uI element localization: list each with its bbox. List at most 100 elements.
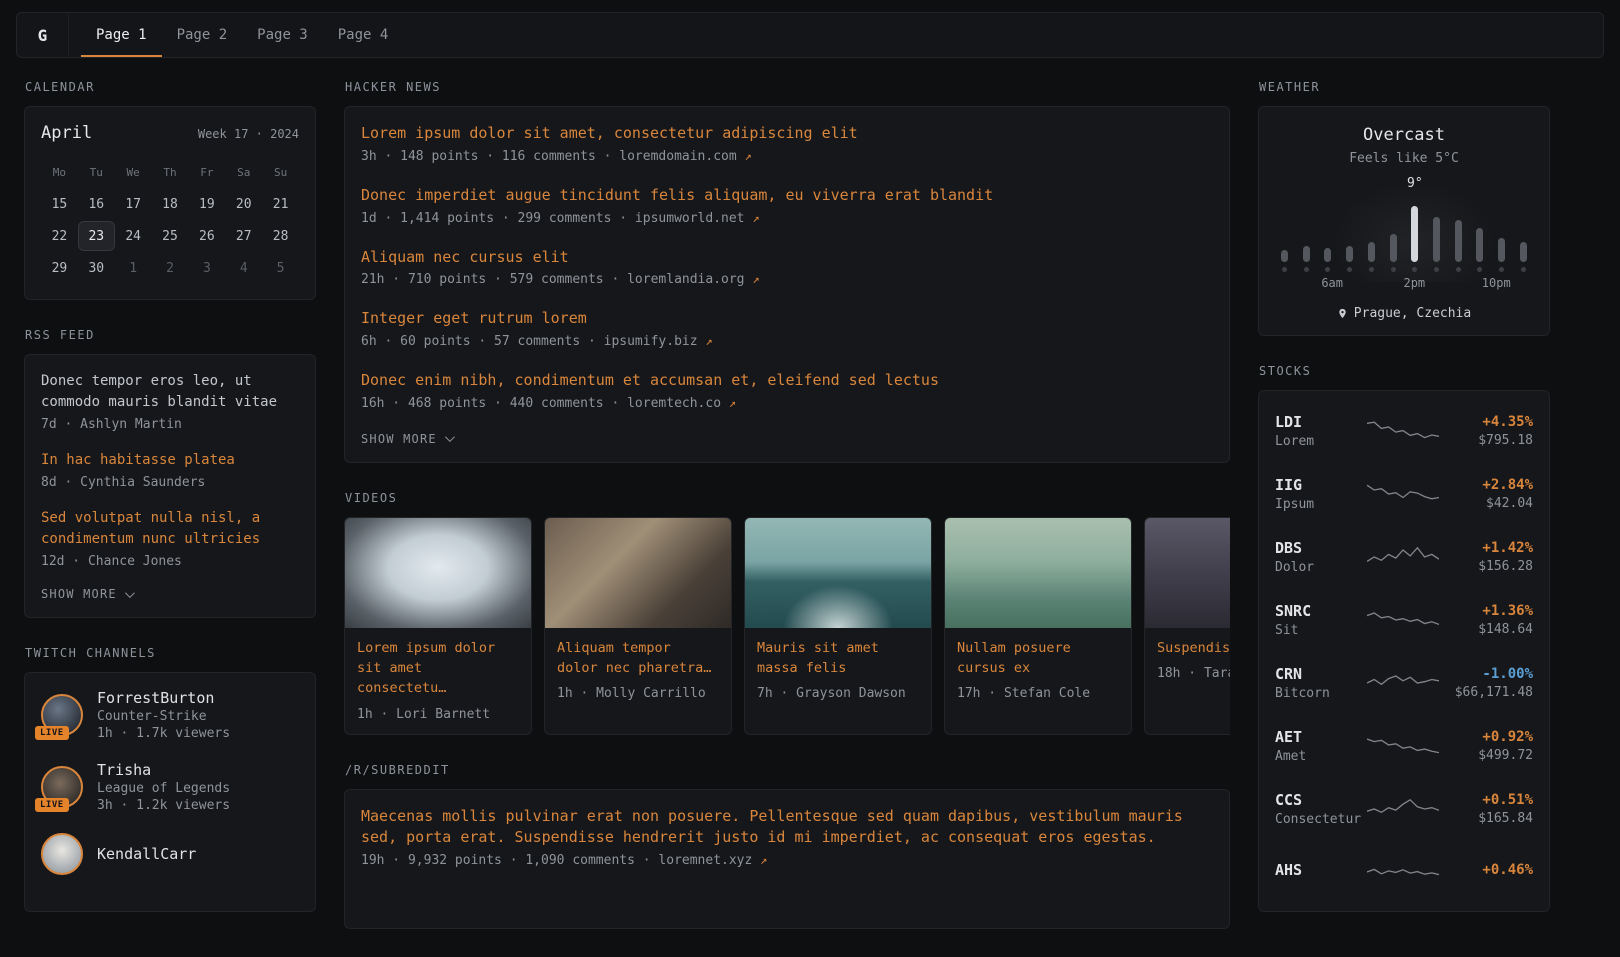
stock-symbol: AHS xyxy=(1275,861,1365,879)
calendar-week-label: Week 17 · 2024 xyxy=(198,127,299,141)
video-title[interactable]: Aliquam tempor dolor nec pharetra… xyxy=(557,638,719,679)
weekday-label: Sa xyxy=(225,157,262,187)
tab-page-4[interactable]: Page 4 xyxy=(323,13,404,57)
videos-widget: VIDEOS Lorem ipsum dolor sit amet consec… xyxy=(344,491,1230,735)
video-card[interactable]: Nullam posuere cursus ex 17h · Stefan Co… xyxy=(944,517,1132,735)
weekday-label: Tu xyxy=(78,157,115,187)
external-link-icon: ↗ xyxy=(705,334,712,348)
stock-row[interactable]: AHS +0.46% xyxy=(1275,840,1533,903)
app-logo: G xyxy=(17,13,69,57)
videos-strip: Lorem ipsum dolor sit amet consectetu… 1… xyxy=(344,517,1230,735)
stock-price: $499.72 xyxy=(1441,748,1533,763)
calendar-day: 17 xyxy=(115,189,152,219)
stock-row[interactable]: CRNBitcorn -1.00%$66,171.48 xyxy=(1275,651,1533,714)
weather-time-label: 6am xyxy=(1321,276,1343,290)
stock-sparkline xyxy=(1365,481,1441,507)
subreddit-post-title[interactable]: Maecenas mollis pulvinar erat non posuer… xyxy=(361,806,1213,850)
weather-bar xyxy=(1411,206,1418,272)
weather-location: Prague, Czechia xyxy=(1275,306,1533,321)
video-card[interactable]: Lorem ipsum dolor sit amet consectetu… 1… xyxy=(344,517,532,735)
stock-name: Ipsum xyxy=(1275,497,1365,512)
hackernews-item-title[interactable]: Aliquam nec cursus elit xyxy=(361,247,1213,269)
stock-price: $148.64 xyxy=(1441,622,1533,637)
video-meta: 1h · Molly Carrillo xyxy=(557,686,719,701)
video-thumbnail[interactable] xyxy=(345,518,531,628)
stock-change: +0.46% xyxy=(1441,862,1533,878)
hackernews-item-meta: 21h · 710 points · 579 comments · loreml… xyxy=(361,272,1213,287)
stock-sparkline xyxy=(1365,418,1441,444)
weather-bar xyxy=(1520,242,1527,272)
video-card[interactable]: Mauris sit amet massa felis 7h · Grayson… xyxy=(744,517,932,735)
stock-price: $165.84 xyxy=(1441,811,1533,826)
weather-bar xyxy=(1498,238,1505,272)
calendar-day: 24 xyxy=(115,221,152,251)
rss-item-meta: 12d · Chance Jones xyxy=(41,554,299,569)
twitch-channel-name: Trisha xyxy=(97,761,230,779)
rss-item-title[interactable]: Donec tempor eros leo, ut commodo mauris… xyxy=(41,371,299,413)
stock-price: $66,171.48 xyxy=(1441,685,1533,700)
stock-symbol: LDI xyxy=(1275,413,1365,431)
calendar-week-row: 29 30 1 2 3 4 5 xyxy=(41,253,299,283)
calendar-day: 22 xyxy=(41,221,78,251)
stock-row[interactable]: LDILorem +4.35%$795.18 xyxy=(1275,399,1533,462)
hackernews-item-meta: 1d · 1,414 points · 299 comments · ipsum… xyxy=(361,211,1213,226)
weather-bar xyxy=(1368,242,1375,272)
video-title[interactable]: Lorem ipsum dolor sit amet consectetu… xyxy=(357,638,519,699)
video-card[interactable]: Suspendisse diam 18h · Tara xyxy=(1144,517,1230,735)
hackernews-show-more-button[interactable]: SHOW MORE xyxy=(361,432,1213,446)
external-link-icon: ↗ xyxy=(729,396,736,410)
video-thumbnail[interactable] xyxy=(945,518,1131,628)
twitch-channel-row[interactable]: LIVE ForrestBurton Counter-Strike 1h · 1… xyxy=(41,689,299,741)
hackernews-item-title[interactable]: Lorem ipsum dolor sit amet, consectetur … xyxy=(361,123,1213,145)
hackernews-item-title[interactable]: Donec enim nibh, condimentum et accumsan… xyxy=(361,370,1213,392)
external-link-icon: ↗ xyxy=(745,149,752,163)
page-tabs: Page 1 Page 2 Page 3 Page 4 xyxy=(81,13,403,57)
video-thumbnail[interactable] xyxy=(545,518,731,628)
calendar-widget: CALENDAR April Week 17 · 2024 Mo Tu We T… xyxy=(24,80,316,300)
calendar-day-next-month: 3 xyxy=(188,253,225,283)
rss-item-title[interactable]: Sed volutpat nulla nisl, a condimentum n… xyxy=(41,508,299,550)
stock-row[interactable]: DBSDolor +1.42%$156.28 xyxy=(1275,525,1533,588)
weather-widget: WEATHER Overcast Feels like 5°C 9° 6am2p… xyxy=(1258,80,1550,336)
show-more-label: SHOW MORE xyxy=(361,432,437,446)
chevron-down-icon xyxy=(125,588,135,598)
stock-change: +4.35% xyxy=(1441,414,1533,430)
stock-sparkline xyxy=(1365,670,1441,696)
video-meta: 7h · Grayson Dawson xyxy=(757,686,919,701)
stock-row[interactable]: CCSConsectetur +0.51%$165.84 xyxy=(1275,777,1533,840)
hackernews-item-title[interactable]: Donec imperdiet augue tincidunt felis al… xyxy=(361,185,1213,207)
hackernews-section-title: HACKER NEWS xyxy=(345,80,1230,94)
video-thumbnail[interactable] xyxy=(745,518,931,628)
stock-row[interactable]: IIGIpsum +2.84%$42.04 xyxy=(1275,462,1533,525)
rss-item-meta: 7d · Ashlyn Martin xyxy=(41,417,299,432)
hackernews-item-title[interactable]: Integer eget rutrum lorem xyxy=(361,308,1213,330)
video-meta: 1h · Lori Barnett xyxy=(357,707,519,722)
stock-price: $156.28 xyxy=(1441,559,1533,574)
rss-show-more-button[interactable]: SHOW MORE xyxy=(41,587,299,601)
tab-page-2[interactable]: Page 2 xyxy=(162,13,243,57)
video-title[interactable]: Nullam posuere cursus ex xyxy=(957,638,1119,679)
stock-change: +0.92% xyxy=(1441,729,1533,745)
tab-page-1[interactable]: Page 1 xyxy=(81,13,162,57)
weekday-label: We xyxy=(115,157,152,187)
calendar-day: 20 xyxy=(225,189,262,219)
rss-widget: RSS FEED Donec tempor eros leo, ut commo… xyxy=(24,328,316,618)
twitch-channel-row[interactable]: LIVE Trisha League of Legends 3h · 1.2k … xyxy=(41,761,299,813)
stock-symbol: DBS xyxy=(1275,539,1365,557)
video-title[interactable]: Suspendisse diam xyxy=(1157,638,1230,658)
stock-sparkline xyxy=(1365,796,1441,822)
calendar-section-title: CALENDAR xyxy=(25,80,316,94)
tab-page-3[interactable]: Page 3 xyxy=(242,13,323,57)
twitch-channel-row[interactable]: KendallCarr xyxy=(41,833,299,875)
rss-item-title[interactable]: In hac habitasse platea xyxy=(41,450,299,471)
video-thumbnail[interactable] xyxy=(1145,518,1230,628)
weather-time-label: 2pm xyxy=(1403,276,1425,290)
calendar-day: 29 xyxy=(41,253,78,283)
stock-row[interactable]: SNRCSit +1.36%$148.64 xyxy=(1275,588,1533,651)
video-card[interactable]: Aliquam tempor dolor nec pharetra… 1h · … xyxy=(544,517,732,735)
video-meta: 18h · Tara xyxy=(1157,666,1230,681)
twitch-channel-name: KendallCarr xyxy=(97,845,196,863)
stock-row[interactable]: AETAmet +0.92%$499.72 xyxy=(1275,714,1533,777)
stock-name: Sit xyxy=(1275,623,1365,638)
video-title[interactable]: Mauris sit amet massa felis xyxy=(757,638,919,679)
